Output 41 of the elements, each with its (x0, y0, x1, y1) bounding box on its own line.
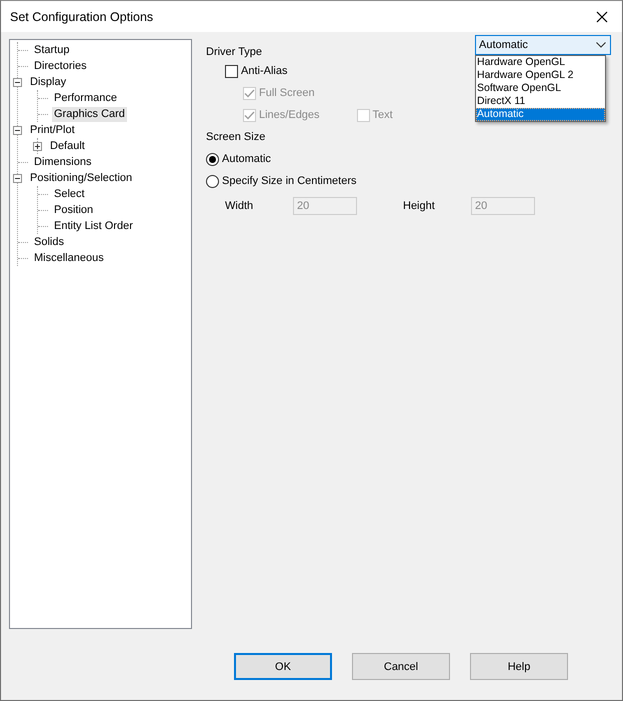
close-icon (596, 10, 608, 22)
radio-button[interactable]: Automatic (206, 148, 611, 170)
dropdown-option[interactable]: Automatic (476, 108, 605, 121)
radio-dot-icon[interactable] (206, 152, 219, 166)
checkbox[interactable]: Anti-Alias (225, 64, 288, 78)
tree-item[interactable]: Default (48, 138, 87, 154)
tree-item[interactable]: Display (28, 74, 68, 90)
tree-item[interactable]: Print/Plot (28, 122, 77, 138)
collapse-icon[interactable] (13, 126, 22, 134)
tree-item[interactable]: Dimensions (32, 154, 94, 170)
tree-item[interactable]: Miscellaneous (32, 250, 106, 266)
tree-item[interactable]: Graphics Card (52, 106, 127, 122)
dialog-button[interactable]: OK (234, 653, 332, 680)
field-label: Height (403, 200, 436, 212)
radio-dot-icon[interactable] (206, 174, 219, 188)
expand-icon[interactable] (33, 142, 42, 150)
tree-item[interactable]: Positioning/Selection (28, 170, 134, 186)
chevron-down-icon (596, 42, 606, 48)
dialog-button[interactable]: Help (470, 653, 568, 680)
driver-type-dropdown[interactable]: Automatic (475, 35, 611, 55)
tree-item[interactable]: Startup (32, 42, 72, 58)
tree-item[interactable]: Position (52, 202, 96, 218)
tree-item[interactable]: Entity List Order (52, 218, 135, 234)
tree-item[interactable]: Solids (32, 234, 66, 250)
collapse-icon[interactable] (13, 174, 22, 182)
dropdown-option[interactable]: Hardware OpenGL 2 (476, 69, 605, 82)
tree-item[interactable]: Performance (52, 90, 119, 106)
checkmark-icon (244, 110, 255, 120)
field-label: Width (225, 200, 254, 212)
collapse-icon[interactable] (13, 78, 22, 86)
radio-button[interactable]: Specify Size in Centimeters (206, 170, 611, 192)
checkmark-icon (244, 88, 255, 98)
window-title: Set Configuration Options (10, 10, 154, 24)
dropdown-option[interactable]: Hardware OpenGL (476, 56, 605, 69)
dropdown-option[interactable]: DirectX 11 (476, 95, 605, 108)
tree-item[interactable]: Select (52, 186, 87, 202)
dropdown-option[interactable]: Software OpenGL (476, 82, 605, 95)
section-label: Driver Type (206, 45, 262, 58)
section-label: Screen Size (206, 130, 266, 145)
dialog-button[interactable]: Cancel (352, 653, 450, 680)
tree-item[interactable]: Directories (32, 58, 89, 74)
